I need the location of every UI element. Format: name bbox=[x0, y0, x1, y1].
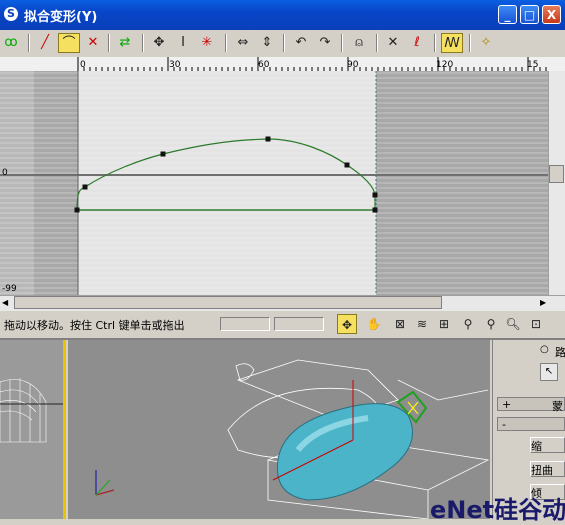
rotate-cw-icon[interactable]: ↷ bbox=[314, 33, 336, 53]
row-label-zero: 0 bbox=[2, 168, 8, 178]
swap-icon[interactable]: ⇄ bbox=[114, 33, 136, 53]
control-point bbox=[372, 192, 378, 198]
pick-path-icon[interactable]: ↖ bbox=[540, 363, 558, 381]
minimize-button[interactable]: _ bbox=[498, 5, 517, 24]
vertical-scroll-thumb[interactable] bbox=[549, 165, 564, 183]
scale-vertical-icon[interactable]: Ӏ bbox=[172, 33, 194, 53]
vertical-mirror-icon[interactable]: ⇕ bbox=[256, 33, 278, 53]
bezier-smooth-icon[interactable]: ✕ bbox=[82, 33, 104, 53]
zoom-icon[interactable]: ⚲ bbox=[458, 314, 478, 334]
ruler-label: 0 bbox=[80, 60, 86, 70]
move-lock-icon[interactable]: ✥ bbox=[337, 314, 357, 334]
rollout-header[interactable]: + 蒙 bbox=[497, 397, 565, 413]
maximize-button[interactable]: □ bbox=[520, 5, 539, 24]
ruler-label: 30 bbox=[169, 60, 181, 70]
scroll-right-icon[interactable]: ▶ bbox=[540, 298, 546, 307]
wireframe-preview bbox=[0, 378, 63, 443]
rotate-ccw-icon[interactable]: ↶ bbox=[290, 33, 312, 53]
zoom-extents-icon[interactable]: ⊞ bbox=[434, 314, 454, 334]
status-field-1[interactable] bbox=[220, 317, 270, 331]
status-text: 拖动以移动。按住 Ctrl 键单击或拖出 bbox=[4, 319, 185, 332]
pan-hand-icon[interactable]: ✋ bbox=[364, 314, 384, 334]
control-point bbox=[160, 151, 166, 157]
move-icon[interactable]: ✥ bbox=[148, 33, 170, 53]
insert-point-icon[interactable]: ✳ bbox=[196, 33, 218, 53]
rollout-label: 蒙 bbox=[552, 400, 563, 413]
perspective-scene bbox=[95, 359, 490, 519]
zoom-magnify-icon[interactable]: 🔍︎ bbox=[503, 314, 523, 334]
ruler-label: 15 bbox=[527, 60, 539, 70]
vertical-scrollbar[interactable] bbox=[548, 71, 565, 295]
control-point bbox=[344, 162, 350, 168]
bezier-corner-icon[interactable]: ⌒ bbox=[58, 33, 80, 53]
toolbar-separator bbox=[376, 34, 378, 52]
toolbar-separator bbox=[142, 34, 144, 52]
delete-point-icon[interactable]: ✕ bbox=[382, 33, 404, 53]
zoom-vertical-icon[interactable]: ≋ bbox=[412, 314, 432, 334]
watermark-logo: eNet硅谷动力 bbox=[430, 496, 565, 524]
rollout-sign: - bbox=[502, 418, 506, 431]
curve-tool-icon[interactable]: ꝏ bbox=[0, 33, 22, 53]
zoom-region-icon[interactable]: ⚲ bbox=[481, 314, 501, 334]
zoom-window-icon[interactable]: ⊡ bbox=[526, 314, 546, 334]
scroll-left-icon[interactable]: ◀ bbox=[2, 298, 8, 307]
toolbar-separator bbox=[469, 34, 471, 52]
rollout-header[interactable]: - bbox=[497, 417, 565, 431]
control-point bbox=[74, 207, 80, 213]
horizontal-scroll-thumb[interactable] bbox=[14, 296, 442, 309]
row-label-min: -99 bbox=[2, 284, 17, 294]
control-point bbox=[265, 136, 271, 142]
twist-button[interactable]: 扭曲 bbox=[530, 461, 565, 477]
reset-curve-icon[interactable]: ℓ bbox=[406, 33, 428, 53]
scale-button[interactable]: 缩 bbox=[530, 437, 565, 453]
horizontal-mirror-icon[interactable]: ⇔ bbox=[232, 33, 254, 53]
rollout-sign: + bbox=[502, 398, 512, 411]
control-point bbox=[82, 184, 88, 190]
lock-icon[interactable]: ⍝ bbox=[348, 33, 370, 53]
toolbar-separator bbox=[434, 34, 436, 52]
radio-label: 路 bbox=[555, 346, 565, 359]
close-button[interactable]: X bbox=[542, 5, 561, 24]
toolbar-separator bbox=[341, 34, 343, 52]
ruler-label: 120 bbox=[436, 60, 454, 70]
ruler-label: 90 bbox=[347, 60, 359, 70]
control-point bbox=[372, 207, 378, 213]
app-icon[interactable]: S bbox=[4, 7, 18, 21]
radio-button[interactable]: ○ bbox=[540, 344, 549, 355]
curve-canvas[interactable] bbox=[0, 71, 548, 295]
window-title: 拟合变形(Y) bbox=[24, 10, 98, 25]
toolbar-separator bbox=[108, 34, 110, 52]
line-icon[interactable]: ╱ bbox=[34, 33, 56, 53]
zoom-horizontal-icon[interactable]: ⊠ bbox=[390, 314, 410, 334]
mouse-body bbox=[276, 403, 413, 501]
ruler-label: 60 bbox=[258, 60, 270, 70]
generate-path-icon[interactable]: ꟿ bbox=[441, 33, 463, 53]
magic-wand-icon[interactable]: ✧ bbox=[475, 33, 497, 53]
toolbar-separator bbox=[28, 34, 30, 52]
toolbar-separator bbox=[283, 34, 285, 52]
status-field-2[interactable] bbox=[274, 317, 324, 331]
toolbar-separator bbox=[225, 34, 227, 52]
